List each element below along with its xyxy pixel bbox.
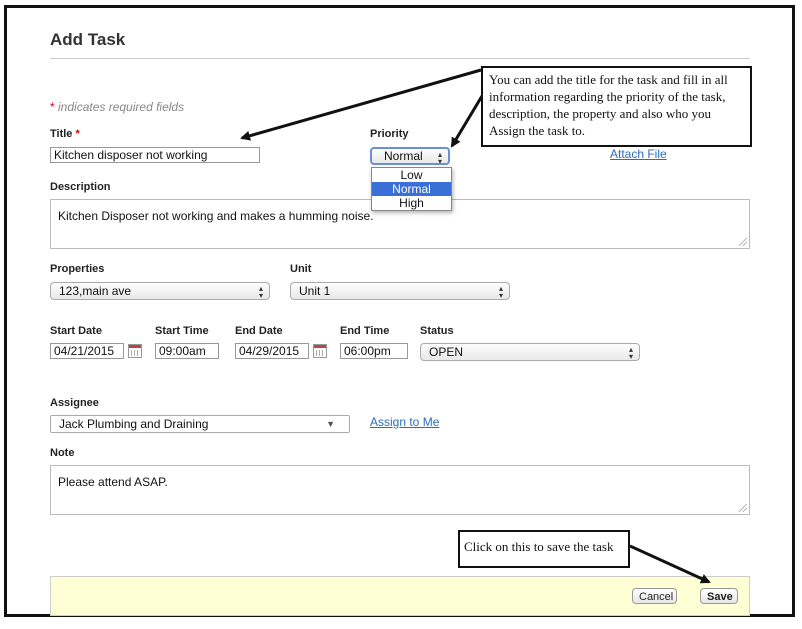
arrow-to-priority — [450, 95, 484, 148]
arrow-to-save — [629, 544, 711, 584]
arrow-to-title — [240, 68, 482, 141]
annotation-arrows — [240, 68, 711, 584]
